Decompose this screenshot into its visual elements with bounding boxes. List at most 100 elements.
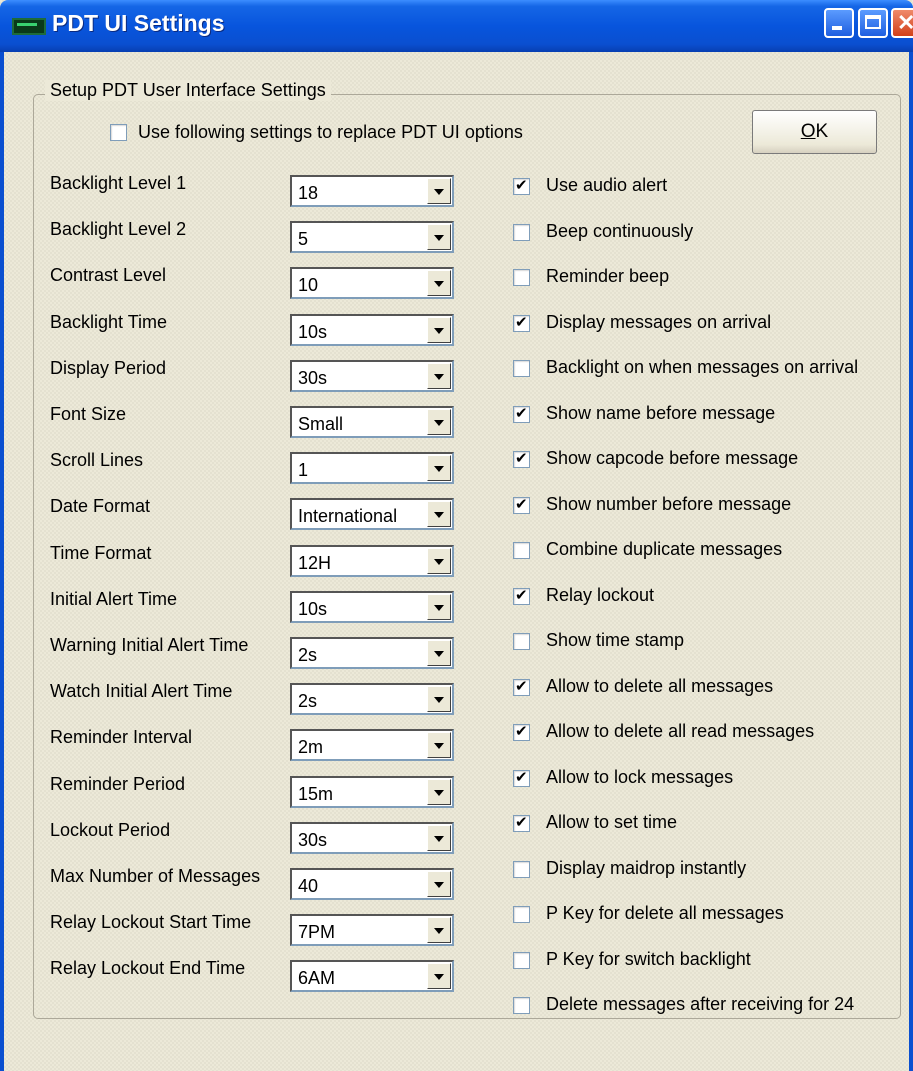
setting-dropdown-value: 2s xyxy=(298,645,318,665)
setting-dropdown-value: 7PM xyxy=(298,922,336,942)
chevron-down-icon[interactable] xyxy=(427,548,451,574)
setting-dropdown[interactable]: International xyxy=(290,498,454,530)
setting-dropdown[interactable]: 5 xyxy=(290,221,454,253)
chevron-down-icon[interactable] xyxy=(427,871,451,897)
setting-label: Reminder Interval xyxy=(50,727,193,747)
ok-button-mnemonic: O xyxy=(800,121,816,142)
option-checkbox[interactable] xyxy=(513,176,530,195)
setting-dropdown[interactable]: 15m xyxy=(290,776,454,808)
option-checkbox[interactable] xyxy=(513,495,530,514)
setting-label: Backlight Level 2 xyxy=(50,219,187,239)
chevron-down-icon[interactable] xyxy=(427,501,451,527)
setting-dropdown[interactable]: 30s xyxy=(290,822,454,854)
option-checkbox[interactable] xyxy=(513,542,530,559)
minimize-button[interactable] xyxy=(824,8,854,38)
setting-dropdown-value: 30s xyxy=(298,368,328,388)
option-checkbox[interactable] xyxy=(513,768,530,787)
groupbox-label: Setup PDT User Interface Settings xyxy=(45,80,331,101)
window-border-right xyxy=(909,52,913,1071)
chevron-down-icon[interactable] xyxy=(427,409,451,435)
chevron-down-icon[interactable] xyxy=(427,917,451,943)
option-label: Use audio alert xyxy=(546,175,668,195)
setting-dropdown[interactable]: Small xyxy=(290,406,454,438)
option-checkbox[interactable] xyxy=(513,224,530,241)
setting-dropdown[interactable]: 40 xyxy=(290,868,454,900)
setting-dropdown-value: International xyxy=(298,506,398,526)
option-label: Backlight on when messages on arrival xyxy=(546,357,859,377)
option-checkbox[interactable] xyxy=(513,360,530,377)
setting-label: Watch Initial Alert Time xyxy=(50,681,233,701)
chevron-down-icon[interactable] xyxy=(427,270,451,296)
option-label: Allow to lock messages xyxy=(546,767,734,787)
pager-icon xyxy=(12,18,46,35)
chevron-down-icon[interactable] xyxy=(427,963,451,989)
setting-label: Contrast Level xyxy=(50,265,167,285)
title-bar[interactable]: PDT UI Settings ✕ xyxy=(0,0,913,52)
chevron-down-icon[interactable] xyxy=(427,178,451,204)
setting-dropdown[interactable]: 12H xyxy=(290,545,454,577)
chevron-down-icon[interactable] xyxy=(427,455,451,481)
replace-options-checkbox[interactable] xyxy=(110,124,127,141)
window-title: PDT UI Settings xyxy=(52,10,225,36)
option-checkbox[interactable] xyxy=(513,722,530,741)
setting-dropdown[interactable]: 2s xyxy=(290,683,454,715)
setting-label: Lockout Period xyxy=(50,820,171,840)
chevron-down-icon[interactable] xyxy=(427,825,451,851)
setting-dropdown-value: 2s xyxy=(298,691,318,711)
setting-dropdown[interactable]: 30s xyxy=(290,360,454,392)
chevron-down-icon[interactable] xyxy=(427,732,451,758)
setting-label: Backlight Level 1 xyxy=(50,173,187,193)
chevron-down-icon[interactable] xyxy=(427,363,451,389)
setting-dropdown[interactable]: 7PM xyxy=(290,914,454,946)
option-checkbox[interactable] xyxy=(513,586,530,605)
setting-label: Max Number of Messages xyxy=(50,866,261,886)
option-checkbox[interactable] xyxy=(513,269,530,286)
ok-button[interactable]: OK xyxy=(752,110,877,154)
option-checkbox[interactable] xyxy=(513,861,530,878)
setting-label: Time Format xyxy=(50,543,152,563)
option-checkbox[interactable] xyxy=(513,906,530,923)
setting-label: Date Format xyxy=(50,496,151,516)
option-checkbox[interactable] xyxy=(513,677,530,696)
setting-dropdown[interactable]: 18 xyxy=(290,175,454,207)
maximize-button[interactable] xyxy=(858,8,888,38)
setting-dropdown[interactable]: 10 xyxy=(290,267,454,299)
chevron-down-icon[interactable] xyxy=(427,686,451,712)
setting-dropdown[interactable]: 10s xyxy=(290,591,454,623)
replace-options-label: Use following settings to replace PDT UI… xyxy=(138,122,523,142)
chevron-down-icon[interactable] xyxy=(427,640,451,666)
setting-dropdown[interactable]: 6AM xyxy=(290,960,454,992)
option-label: Relay lockout xyxy=(546,585,655,605)
chevron-down-icon[interactable] xyxy=(427,317,451,343)
option-checkbox[interactable] xyxy=(513,313,530,332)
option-checkbox[interactable] xyxy=(513,449,530,468)
option-label: Display maidrop instantly xyxy=(546,858,747,878)
close-icon: ✕ xyxy=(897,10,913,35)
chevron-down-icon[interactable] xyxy=(427,594,451,620)
option-checkbox[interactable] xyxy=(513,952,530,969)
setting-dropdown[interactable]: 1 xyxy=(290,452,454,484)
close-button[interactable]: ✕ xyxy=(891,8,913,38)
ok-button-label: K xyxy=(815,121,829,142)
setting-dropdown-value: Small xyxy=(298,414,344,434)
setting-dropdown[interactable]: 10s xyxy=(290,314,454,346)
option-label: Beep continuously xyxy=(546,221,694,241)
setting-dropdown[interactable]: 2m xyxy=(290,729,454,761)
setting-dropdown-value: 5 xyxy=(298,229,309,249)
option-label: P Key for switch backlight xyxy=(546,949,751,969)
setting-dropdown-value: 1 xyxy=(298,460,309,480)
chevron-down-icon[interactable] xyxy=(427,224,451,250)
option-label: P Key for delete all messages xyxy=(546,903,784,923)
setting-label: Initial Alert Time xyxy=(50,589,178,609)
setting-dropdown-value: 2m xyxy=(298,737,324,757)
setting-label: Display Period xyxy=(50,358,167,378)
setting-label: Scroll Lines xyxy=(50,450,144,470)
option-checkbox[interactable] xyxy=(513,633,530,650)
option-checkbox[interactable] xyxy=(513,997,530,1014)
setting-dropdown[interactable]: 2s xyxy=(290,637,454,669)
chevron-down-icon[interactable] xyxy=(427,779,451,805)
option-checkbox[interactable] xyxy=(513,404,530,423)
option-checkbox[interactable] xyxy=(513,813,530,832)
setting-dropdown-value: 18 xyxy=(298,183,319,203)
option-label: Reminder beep xyxy=(546,266,670,286)
